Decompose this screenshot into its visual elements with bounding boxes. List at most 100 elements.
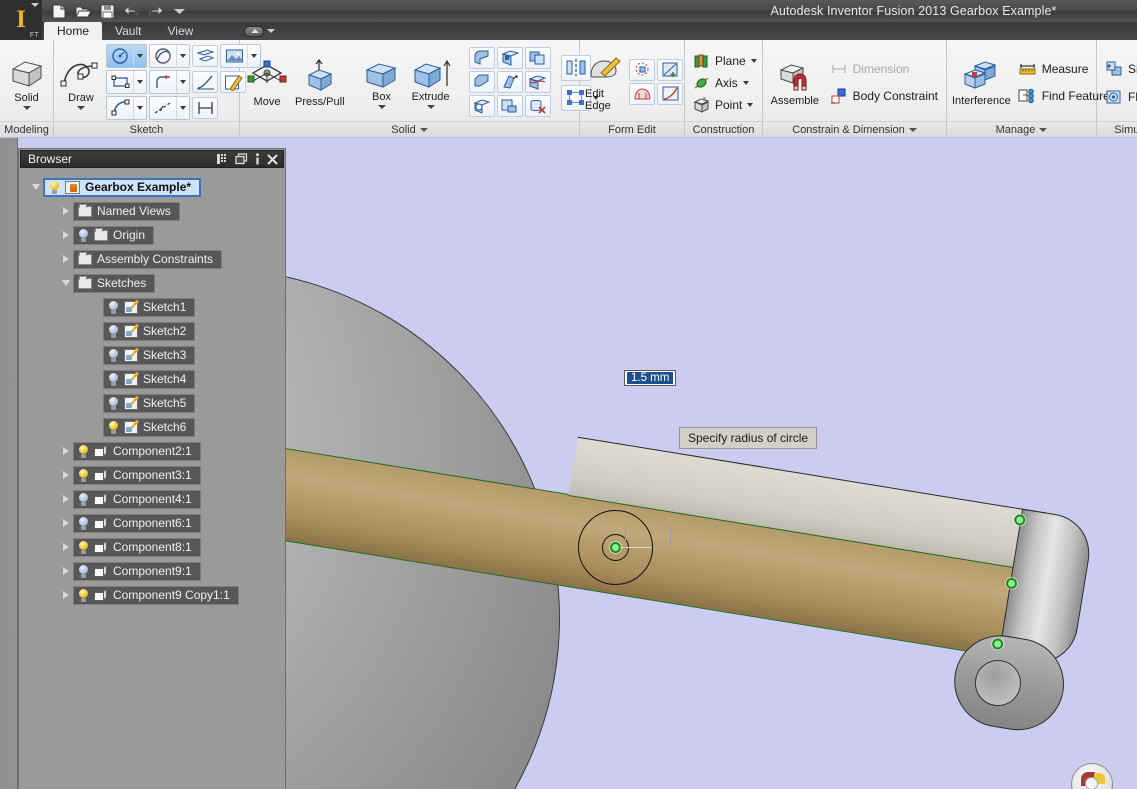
tree-twisty[interactable]	[59, 231, 73, 239]
assemble-button[interactable]: Assemble	[768, 56, 822, 107]
browser-tree-node[interactable]: Gearbox Example*	[19, 175, 285, 199]
bridge-tool[interactable]	[629, 82, 655, 105]
chevron-right-icon[interactable]	[63, 471, 69, 479]
circle-tool[interactable]	[106, 43, 147, 68]
browser-tree-item[interactable]: Component6:1	[73, 513, 201, 533]
solid-button[interactable]: Solid	[5, 53, 48, 110]
browser-tree-node[interactable]: Sketch6	[19, 415, 285, 439]
grid-list-icon[interactable]	[216, 153, 228, 165]
add-face-tool[interactable]	[657, 58, 683, 81]
browser-tree-item[interactable]: Component3:1	[73, 465, 201, 485]
visibility-bulb-icon[interactable]	[108, 420, 119, 434]
browser-tree-item[interactable]: Sketches	[73, 273, 156, 293]
fluid-button[interactable]: Flui	[1102, 88, 1137, 106]
browser-tree-item[interactable]: Sketch2	[103, 321, 196, 341]
interference-button[interactable]: Interference	[952, 56, 1011, 107]
browser-tree-node[interactable]: Sketch5	[19, 391, 285, 415]
dimension-value[interactable]: 1.5 mm	[627, 372, 674, 384]
chevron-right-icon[interactable]	[63, 519, 69, 527]
visibility-bulb-icon[interactable]	[78, 588, 89, 602]
browser-tree-item[interactable]: Sketch4	[103, 369, 196, 389]
tree-twisty[interactable]	[59, 207, 73, 215]
combine-tool[interactable]	[524, 46, 551, 69]
chevron-right-icon[interactable]	[63, 447, 69, 455]
arc-tool-arrow[interactable]	[133, 96, 146, 119]
browser-tree-node[interactable]: Sketch3	[19, 343, 285, 367]
visibility-bulb-icon[interactable]	[108, 300, 119, 314]
tree-twisty[interactable]	[59, 471, 73, 479]
ellipse-tool[interactable]	[149, 43, 190, 68]
browser-tree-node[interactable]: Component2:1	[19, 439, 285, 463]
browser-tree-node[interactable]: Named Views	[19, 199, 285, 223]
tab-home[interactable]: Home	[44, 22, 103, 40]
chevron-down-icon[interactable]	[31, 3, 39, 7]
browser-tree-item[interactable]: Gearbox Example*	[43, 177, 202, 197]
body-constraint-button[interactable]: Body Constraint	[827, 87, 941, 105]
tree-twisty[interactable]	[59, 567, 73, 575]
browser-tree-node[interactable]: Component3:1	[19, 463, 285, 487]
visibility-bulb-icon[interactable]	[108, 396, 119, 410]
visibility-bulb-icon[interactable]	[108, 348, 119, 362]
tree-twisty[interactable]	[59, 543, 73, 551]
3d-viewport[interactable]: 1.5 mm Specify radius of circle Browser	[0, 138, 1137, 789]
chamfer-tool[interactable]	[468, 70, 495, 93]
browser-tree-node[interactable]: Component9 Copy1:1	[19, 583, 285, 607]
visibility-bulb-icon[interactable]	[78, 564, 89, 578]
construction-line-tool[interactable]	[149, 95, 190, 120]
draft-tool[interactable]	[496, 70, 523, 93]
ellipse-tool-arrow[interactable]	[176, 44, 189, 67]
radius-dimension-input[interactable]: 1.5 mm	[624, 370, 677, 386]
delete-face-tool[interactable]	[524, 94, 551, 117]
chevron-down-icon[interactable]	[22, 106, 31, 110]
cascade-windows-icon[interactable]	[235, 153, 248, 165]
browser-tree-item[interactable]: Sketch5	[103, 393, 196, 413]
ribbon-display-options[interactable]	[244, 22, 276, 40]
chevron-right-icon[interactable]	[63, 207, 69, 215]
visibility-bulb-icon[interactable]	[108, 324, 119, 338]
move-button[interactable]: Move	[245, 55, 289, 108]
tree-twisty[interactable]	[59, 519, 73, 527]
shell-tool[interactable]	[496, 46, 523, 69]
work-plane-button[interactable]: Plane	[690, 52, 760, 70]
chevron-down-icon[interactable]	[908, 127, 917, 132]
construction-line-tool-arrow[interactable]	[176, 96, 189, 119]
fillet-solid-tool[interactable]	[468, 46, 495, 69]
browser-tree-node[interactable]: Assembly Constraints	[19, 247, 285, 271]
thread-tool[interactable]	[468, 94, 495, 117]
visibility-bulb-icon[interactable]	[108, 372, 119, 386]
offset-tool[interactable]	[192, 44, 218, 67]
browser-tree-node[interactable]: Component6:1	[19, 511, 285, 535]
chevron-right-icon[interactable]	[63, 567, 69, 575]
chevron-down-icon[interactable]	[426, 105, 435, 109]
split-face-tool[interactable]	[524, 70, 551, 93]
browser-tree-item[interactable]: Sketch6	[103, 417, 196, 437]
chevron-right-icon[interactable]	[63, 495, 69, 503]
visibility-bulb-icon[interactable]	[78, 516, 89, 530]
browser-tree-node[interactable]: Sketch1	[19, 295, 285, 319]
browser-tree-node[interactable]: Sketch2	[19, 319, 285, 343]
sketch-dimension-tool[interactable]	[192, 96, 218, 119]
chevron-down-icon[interactable]	[419, 127, 428, 132]
browser-tree-item[interactable]: Named Views	[73, 201, 180, 221]
tree-twisty[interactable]	[59, 495, 73, 503]
tab-view[interactable]: View	[154, 22, 206, 40]
chevron-down-icon[interactable]	[747, 102, 754, 107]
browser-tree-item[interactable]: Sketch1	[103, 297, 196, 317]
chevron-right-icon[interactable]	[63, 231, 69, 239]
browser-tree-item[interactable]: Component4:1	[73, 489, 201, 509]
browser-tree-node[interactable]: Origin	[19, 223, 285, 247]
extrude-button[interactable]: Extrude	[409, 54, 453, 109]
chevron-down-icon[interactable]	[77, 106, 85, 110]
browser-tree-item[interactable]: Component8:1	[73, 537, 201, 557]
visibility-bulb-icon[interactable]	[78, 492, 89, 506]
visibility-bulb-icon[interactable]	[78, 540, 89, 554]
tree-twisty[interactable]	[59, 255, 73, 263]
box-button[interactable]: Box	[361, 54, 403, 109]
visibility-bulb-icon[interactable]	[78, 444, 89, 458]
rectangle-tool[interactable]	[106, 69, 147, 94]
chevron-down-icon[interactable]	[267, 29, 276, 33]
application-menu-button[interactable]: I FT	[0, 0, 42, 40]
browser-tree-item[interactable]: Sketch3	[103, 345, 196, 365]
browser-tree-item[interactable]: Component9:1	[73, 561, 201, 581]
close-icon[interactable]	[267, 153, 278, 165]
